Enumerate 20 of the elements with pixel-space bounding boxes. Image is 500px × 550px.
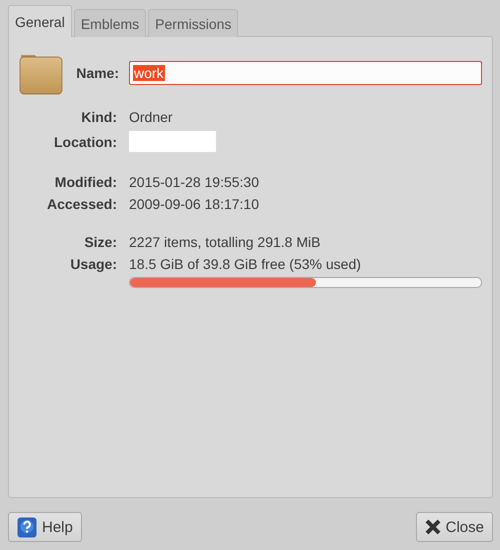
- field-value: 18.5 GiB of 39.8 GiB free (53% used): [129, 256, 362, 272]
- close-icon: [424, 519, 441, 535]
- field-value: 2015-01-28 19:55:30: [129, 174, 260, 190]
- field-label: Kind:: [80, 109, 117, 125]
- tab[interactable]: Emblems: [74, 9, 146, 37]
- name-label: Name:: [75, 65, 119, 81]
- field-label: Size:: [83, 234, 117, 250]
- tab[interactable]: Permissions: [148, 9, 238, 37]
- tab[interactable]: General: [8, 5, 72, 37]
- field-label: Location:: [53, 134, 117, 150]
- field-label: Accessed:: [46, 196, 117, 212]
- field-value: 2009-09-06 18:17:10: [129, 196, 260, 212]
- close-button[interactable]: Close: [416, 512, 493, 542]
- field-label: Modified:: [54, 174, 117, 190]
- field-value: 2227 items, totalling 291.8 MiB: [129, 234, 322, 250]
- field-value: Ordner: [129, 109, 174, 125]
- help-icon: [17, 516, 37, 538]
- help-button[interactable]: Help: [8, 512, 82, 542]
- field-label: Usage:: [69, 256, 117, 272]
- name-field[interactable]: work: [129, 61, 482, 85]
